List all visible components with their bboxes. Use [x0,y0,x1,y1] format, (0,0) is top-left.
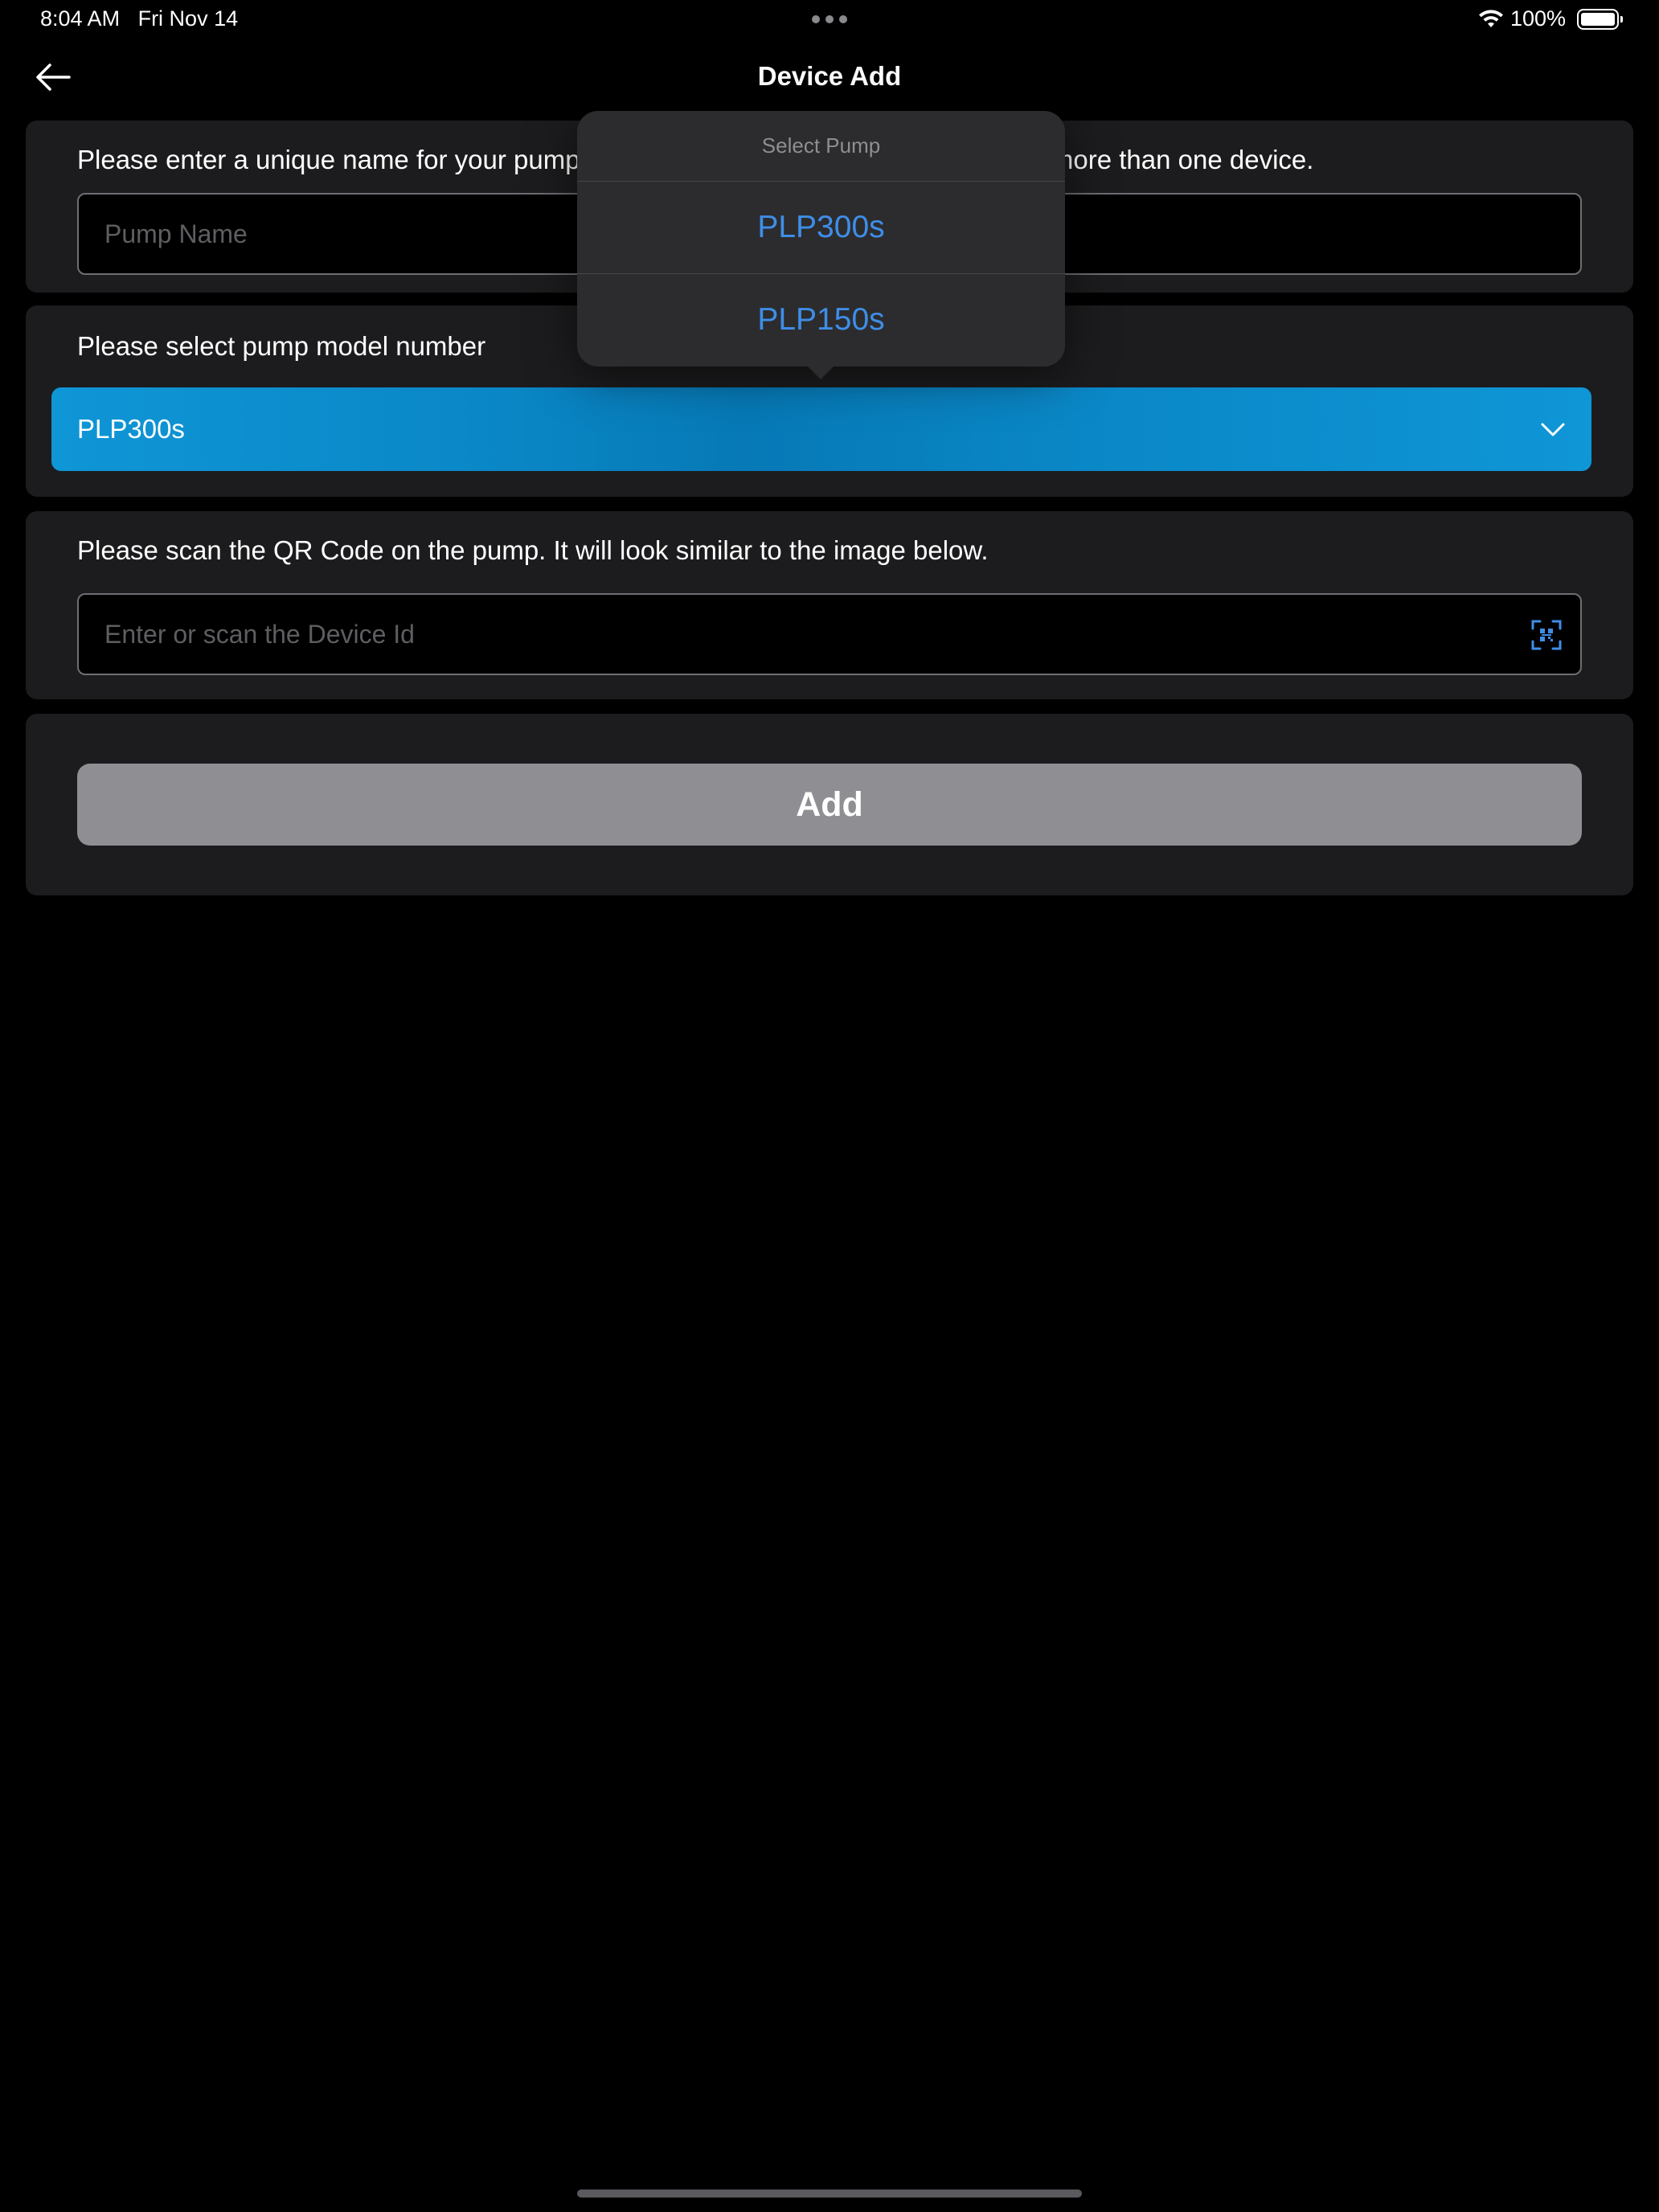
status-right: 100% [1478,6,1623,31]
home-indicator[interactable] [577,2189,1082,2198]
device-id-card: Please scan the QR Code on the pump. It … [26,511,1633,699]
device-id-field[interactable] [77,593,1582,675]
status-time-text: 8:04 AM [40,6,121,31]
pump-model-label: Please select pump model number [77,331,486,361]
battery-icon [1577,8,1623,30]
pump-model-select[interactable]: PLP300s [51,387,1591,471]
popover-option-plp300s[interactable]: PLP300s [577,182,1065,273]
add-button[interactable]: Add [77,764,1582,846]
qr-scan-icon[interactable] [1530,619,1563,651]
pump-model-selected-value: PLP300s [77,414,185,444]
popover-arrow [806,365,835,379]
select-pump-popover: Select Pump PLP300s PLP150s [577,111,1065,367]
chevron-down-icon [1541,423,1565,436]
page-title: Device Add [757,61,902,91]
popover-title: Select Pump [761,133,881,158]
device-add-screen: 8:04 AM Fri Nov 14 100% Device Add Pleas… [0,0,1659,2212]
status-date-text: Fri Nov 14 [137,6,239,31]
battery-percent: 100% [1509,6,1566,31]
popover-option-plp150s[interactable]: PLP150s [577,274,1065,366]
device-id-input[interactable] [79,595,1580,674]
status-time: 8:04 AM Fri Nov 14 [40,6,238,31]
actions-card: Add [26,714,1633,895]
more-dots-icon[interactable] [812,15,847,23]
device-id-label: Please scan the QR Code on the pump. It … [77,535,989,565]
wifi-icon [1478,9,1503,27]
